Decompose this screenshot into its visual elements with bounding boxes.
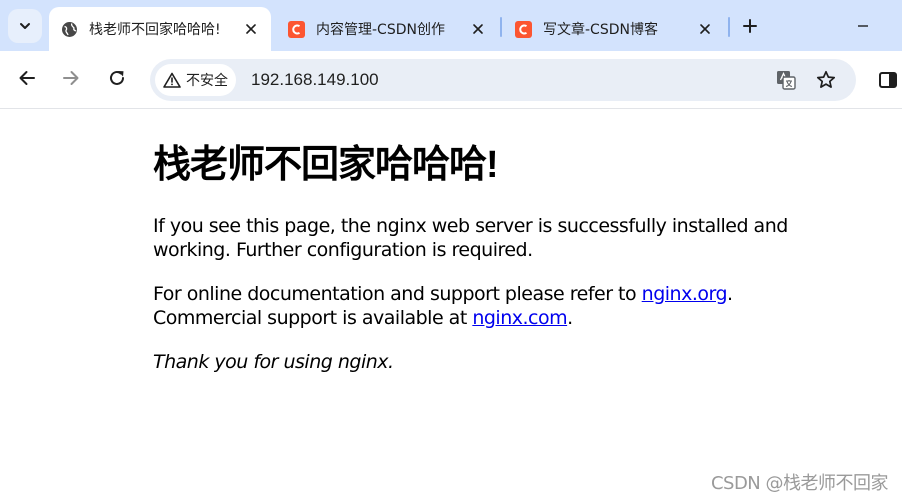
chevron-down-icon xyxy=(20,23,30,29)
close-tab-icon[interactable] xyxy=(241,19,261,39)
browser-toolbar: 不安全 192.168.149.100 xyxy=(0,51,902,109)
address-bar[interactable]: 不安全 192.168.149.100 xyxy=(150,59,856,101)
tab-csdn-content[interactable]: 内容管理-CSDN创作 xyxy=(276,7,498,51)
tab-search-button[interactable] xyxy=(8,9,42,43)
close-tab-icon[interactable] xyxy=(695,19,715,39)
translate-icon[interactable] xyxy=(774,68,798,92)
tab-strip: 栈老师不回家哈哈哈! 内容管理-CSDN创作 写文章-CSDN博客 xyxy=(0,0,902,51)
forward-arrow-icon xyxy=(63,71,79,85)
docs-line: For online documentation and support ple… xyxy=(153,283,733,305)
tab-title: 内容管理-CSDN创作 xyxy=(316,22,445,38)
csdn-icon xyxy=(515,20,532,38)
thanks-text: Thank you for using nginx. xyxy=(153,351,394,373)
minimize-button[interactable] xyxy=(848,12,878,40)
back-button[interactable] xyxy=(13,64,41,92)
new-tab-button[interactable] xyxy=(736,12,764,40)
commercial-line: Commercial support is available at nginx… xyxy=(153,307,573,329)
tab-separator xyxy=(500,17,502,37)
tab-title: 栈老师不回家哈哈哈! xyxy=(89,22,221,38)
url-text[interactable]: 192.168.149.100 xyxy=(251,59,379,101)
nginx-com-link[interactable]: nginx.com xyxy=(472,307,567,329)
forward-button[interactable] xyxy=(57,64,85,92)
nginx-org-link[interactable]: nginx.org xyxy=(642,283,728,305)
security-label: 不安全 xyxy=(186,73,228,89)
side-panel-icon xyxy=(879,72,897,88)
tab-nginx[interactable]: 栈老师不回家哈哈哈! xyxy=(49,7,271,51)
reload-button[interactable] xyxy=(103,64,131,92)
plus-icon xyxy=(743,19,757,33)
side-panel-button[interactable] xyxy=(876,68,900,92)
nginx-welcome-page: 栈老师不回家哈哈哈! If you see this page, the ngi… xyxy=(153,140,793,394)
back-arrow-icon xyxy=(19,71,35,85)
tab-csdn-write[interactable]: 写文章-CSDN博客 xyxy=(503,7,725,51)
close-tab-icon[interactable] xyxy=(468,19,488,39)
reload-icon xyxy=(110,70,124,85)
csdn-watermark: CSDN @栈老师不回家 xyxy=(710,473,889,494)
globe-icon xyxy=(61,21,78,38)
docs-paragraph: For online documentation and support ple… xyxy=(153,282,793,330)
warning-icon xyxy=(163,71,181,89)
intro-paragraph: If you see this page, the nginx web serv… xyxy=(153,215,788,261)
bookmark-star-icon[interactable] xyxy=(814,68,838,92)
page-heading: 栈老师不回家哈哈哈! xyxy=(153,144,499,186)
tab-title: 写文章-CSDN博客 xyxy=(543,22,658,38)
minimize-icon xyxy=(858,25,868,27)
thanks-paragraph: Thank you for using nginx. xyxy=(153,350,793,374)
csdn-icon xyxy=(288,20,305,38)
site-security-chip[interactable]: 不安全 xyxy=(155,64,236,96)
tab-separator xyxy=(728,17,730,37)
